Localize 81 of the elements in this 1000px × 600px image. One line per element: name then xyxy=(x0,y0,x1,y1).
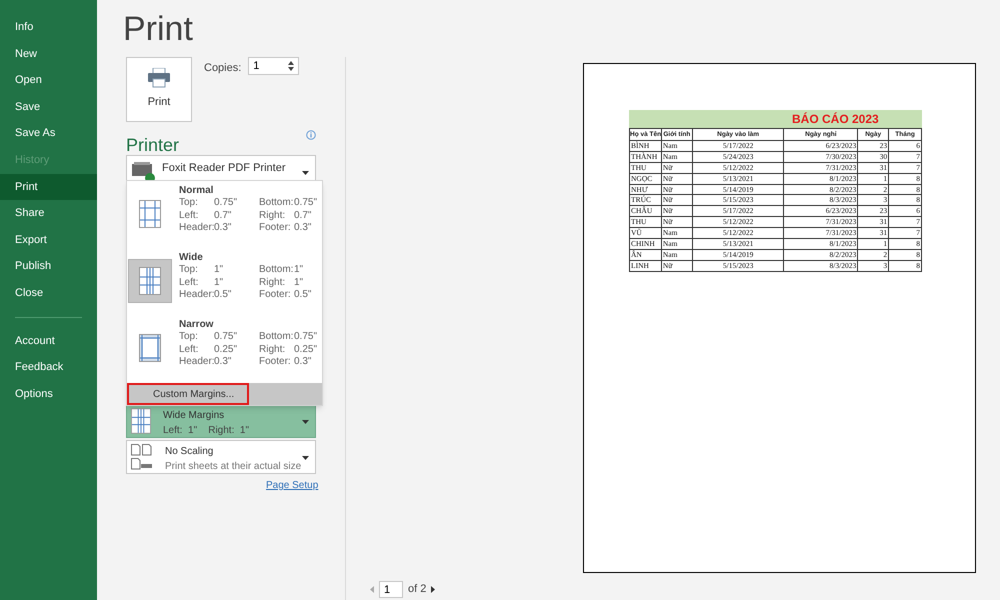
setting-title: Wide Margins xyxy=(163,409,224,423)
field-value: 0.75" xyxy=(214,197,238,210)
field-value: 1" xyxy=(214,276,224,290)
sidebar-item[interactable]: Print xyxy=(0,174,97,200)
page-setup-link[interactable]: Page Setup xyxy=(266,478,318,493)
caret-icon xyxy=(302,456,309,460)
sidebar-item[interactable]: Share xyxy=(0,200,97,227)
page-title: Print xyxy=(123,9,193,50)
field-value: 0.5" xyxy=(214,289,232,302)
margin-option[interactable]: Narrow Top: 0.75" Bottom:0.75" Left: 0.25" Right: 0.25" Header:0.3" Footer: 0.3" xyxy=(127,315,322,382)
setting-dropdown[interactable]: Wide Margins Left: 1" Right: 1" xyxy=(126,404,316,438)
caret-icon xyxy=(302,171,309,175)
report-title: BÁO CÁO 2023 xyxy=(792,112,879,126)
field-label: Header: xyxy=(179,222,214,235)
sidebar-item[interactable]: Close xyxy=(0,280,97,307)
sidebar-item[interactable]: Feedback xyxy=(0,354,97,381)
field-value: 0.3" xyxy=(294,222,312,235)
page-number-field[interactable]: 1 xyxy=(379,581,403,598)
field-label: Bottom: xyxy=(259,264,294,277)
field-label: Left: xyxy=(179,210,200,222)
field-value: 0.5" xyxy=(294,289,312,302)
field-label: Footer: xyxy=(259,356,292,369)
setting-title: No Scaling xyxy=(165,445,214,459)
field-value: 0.75" xyxy=(294,331,318,344)
page-margins-icon xyxy=(139,267,161,295)
caret-icon xyxy=(302,420,309,424)
field-value: 0.75" xyxy=(214,331,238,344)
page-margins-icon xyxy=(139,200,161,228)
field-label: Right: xyxy=(259,210,286,222)
margin-option[interactable]: Wide Top: 1" Bottom:1" Left: 1" Right: 1" Header:0.5" Footer: 0.5" xyxy=(127,248,322,315)
sidebar-item[interactable]: Open xyxy=(0,67,97,94)
field-value: 0.3" xyxy=(294,356,312,369)
page-margins-icon xyxy=(139,334,161,362)
page-count: of 2 xyxy=(408,582,426,598)
scaling-icon xyxy=(131,444,153,470)
option-title: Wide xyxy=(179,251,203,264)
field-value: 0.75" xyxy=(294,197,318,210)
sidebar-item[interactable]: Options xyxy=(0,380,97,408)
setting-subtitle: Print sheets at their actual size xyxy=(165,460,302,474)
field-label: Right: xyxy=(259,344,286,356)
field-label: Header: xyxy=(179,356,214,369)
option-title: Narrow xyxy=(179,318,214,331)
field-label: Footer: xyxy=(259,222,292,235)
printer-icon xyxy=(148,68,170,88)
field-label: Right: xyxy=(259,276,286,290)
field-value: 1" xyxy=(294,264,304,277)
spin-arrows-icon xyxy=(288,60,294,72)
field-value: 1" xyxy=(214,264,224,277)
section-heading: Printer xyxy=(126,134,180,157)
field-label: Top: xyxy=(179,264,199,277)
field-value: 0.3" xyxy=(214,356,232,369)
field-value: 0.25" xyxy=(214,344,238,356)
field-label: Bottom: xyxy=(259,197,294,210)
sidebar-item[interactable]: Save As xyxy=(0,120,97,147)
copies-spinner[interactable]: 1 xyxy=(248,57,300,75)
field-label: Top: xyxy=(179,197,199,210)
info-icon xyxy=(306,130,316,140)
sidebar-item[interactable]: New xyxy=(0,40,97,68)
field-value: 0.25" xyxy=(294,344,318,356)
field-label: Bottom: xyxy=(259,331,294,344)
field-label: Left: xyxy=(179,276,200,290)
next-page-icon[interactable] xyxy=(431,586,436,593)
copies-label: Copies: xyxy=(204,61,242,76)
print-button[interactable]: Print xyxy=(126,57,192,122)
field-label: Header: xyxy=(179,289,214,302)
sidebar-item[interactable]: Save xyxy=(0,94,97,120)
field-label: Top: xyxy=(179,331,199,344)
field-value: 0.7" xyxy=(214,210,232,222)
setting-dropdown[interactable]: No Scaling Print sheets at their actual size xyxy=(126,440,316,474)
field-value: 0.7" xyxy=(294,210,312,222)
sidebar-item[interactable]: Export xyxy=(0,226,97,254)
sidebar-item[interactable]: Account xyxy=(0,328,97,354)
field-label: Footer: xyxy=(259,289,292,302)
page-margins-icon xyxy=(131,408,151,434)
field-label: Left: xyxy=(179,344,200,356)
sidebar-item[interactable]: Info xyxy=(0,14,97,41)
setting-subtitle: Left: 1" Right: 1" xyxy=(163,424,250,438)
field-value: 1" xyxy=(294,276,304,290)
sidebar-item[interactable]: Publish xyxy=(0,253,97,280)
field-value: 0.3" xyxy=(214,222,232,235)
custom-margins-button[interactable]: Custom Margins... xyxy=(127,383,249,405)
